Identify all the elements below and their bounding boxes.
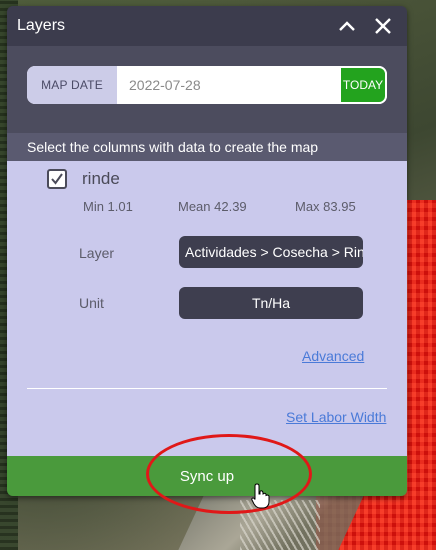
map-date-input[interactable]: 2022-07-28	[117, 66, 339, 104]
columns-instructions: Select the columns with data to create t…	[7, 133, 407, 161]
map-date-label: MAP DATE	[27, 66, 117, 104]
column-name: rinde	[82, 169, 120, 188]
highlight-circle	[146, 434, 312, 514]
divider	[27, 388, 387, 389]
unit-label: Unit	[79, 295, 104, 311]
panel-title: Layers	[17, 17, 66, 34]
layer-label: Layer	[79, 245, 115, 261]
close-icon[interactable]	[369, 12, 397, 40]
column-min: Min 1.01	[83, 199, 133, 214]
panel-header: Layers	[7, 6, 407, 46]
map-date-field: MAP DATE 2022-07-28 TODAY	[27, 66, 387, 104]
checkmark-icon	[51, 173, 63, 185]
unit-select[interactable]: Tn/Ha	[179, 287, 363, 319]
column-config: rinde Min 1.01 Mean 42.39 Max 83.95 Laye…	[7, 161, 407, 456]
today-button[interactable]: TODAY	[339, 66, 387, 104]
set-labor-width-link[interactable]: Set Labor Width	[286, 409, 386, 425]
column-mean: Mean 42.39	[178, 199, 247, 214]
layers-panel: Layers MAP DATE 2022-07-28 TODAY Select …	[7, 6, 407, 496]
chevron-up-icon[interactable]	[333, 12, 361, 40]
column-checkbox[interactable]	[47, 169, 67, 189]
hand-cursor-icon	[251, 483, 270, 509]
column-max: Max 83.95	[295, 199, 356, 214]
layer-select[interactable]: Actividades > Cosecha > Rinde	[179, 236, 363, 268]
map-date-section: MAP DATE 2022-07-28 TODAY	[7, 46, 407, 133]
advanced-link[interactable]: Advanced	[302, 348, 364, 364]
